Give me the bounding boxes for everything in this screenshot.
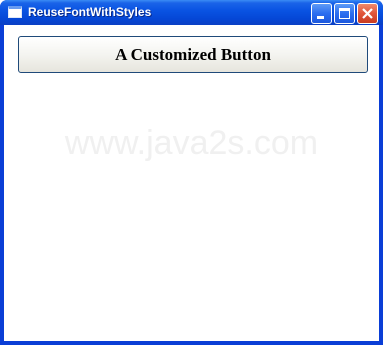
maximize-icon [339,8,350,19]
minimize-icon [317,16,324,19]
window-client-area: www.java2s.com A Customized Button [4,25,379,341]
maximize-button[interactable] [334,3,355,24]
watermark-text: www.java2s.com [64,124,319,162]
window-title: ReuseFontWithStyles [28,5,152,19]
close-icon [362,8,373,19]
customized-button[interactable]: A Customized Button [18,36,368,73]
close-button[interactable] [357,3,378,24]
title-bar[interactable]: ReuseFontWithStyles [0,0,383,25]
app-window-icon [8,6,22,18]
minimize-button[interactable] [311,3,332,24]
application-window: ReuseFontWithStyles www.java2s.com A Cus… [0,0,383,345]
